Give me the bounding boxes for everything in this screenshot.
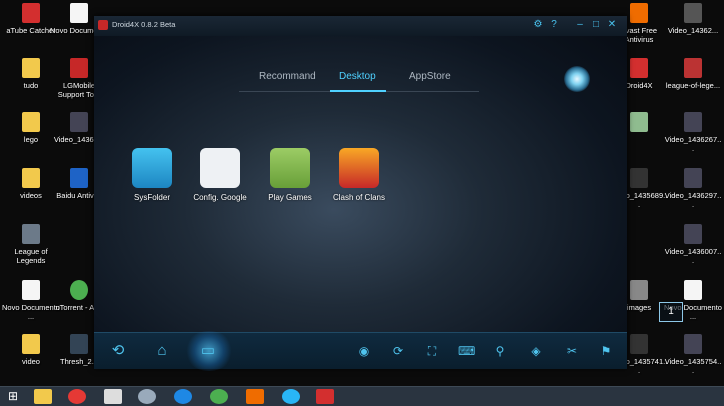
- steam-icon[interactable]: [138, 389, 156, 404]
- minimize-icon[interactable]: –: [574, 19, 586, 31]
- tab-bar: Recommand Desktop AppStore: [239, 67, 479, 92]
- fullscreen-icon[interactable]: ⛶: [424, 343, 440, 359]
- document-icon: [70, 3, 88, 23]
- assistant-orb-icon[interactable]: [564, 66, 590, 92]
- folder-icon: [630, 280, 648, 300]
- desktop-icon-league[interactable]: League of Legends: [2, 224, 60, 265]
- unity-icon[interactable]: [104, 389, 122, 404]
- video-thumbnail-icon: [70, 112, 88, 132]
- folder-icon: [132, 148, 172, 188]
- home-button[interactable]: ⌂: [152, 342, 172, 360]
- video-thumbnail-icon: [684, 3, 702, 23]
- desktop-icon-video-1436297[interactable]: Video_1436297...: [664, 168, 722, 209]
- app-icon: [630, 112, 648, 132]
- skype-icon[interactable]: [282, 389, 300, 404]
- clash-of-clans-icon: [339, 148, 379, 188]
- location-icon[interactable]: ⚲: [492, 343, 508, 359]
- video-thumbnail-icon: [684, 224, 702, 244]
- window-titlebar[interactable]: Droid4X 0.8.2 Beta ⚙ ? – □ ✕: [94, 16, 627, 36]
- camera-icon[interactable]: ◉: [356, 343, 372, 359]
- settings-icon[interactable]: ⚙: [532, 19, 544, 31]
- app-clash-of-clans[interactable]: Clash of Clans: [319, 148, 399, 202]
- lg-icon: [70, 58, 88, 78]
- desktop-icon-label: Video_1436267...: [664, 135, 722, 153]
- app-play-games[interactable]: Play Games: [250, 148, 330, 202]
- folder-icon: [22, 334, 40, 354]
- desktop-icon-label: Video_14362...: [667, 26, 719, 35]
- tab-desktop[interactable]: Desktop: [339, 71, 376, 82]
- baidu-antivirus-icon: [70, 168, 88, 188]
- video-thumbnail-icon: [684, 112, 702, 132]
- video-thumbnail-icon: [684, 168, 702, 188]
- utorrent-icon: [70, 280, 88, 300]
- droid4x-icon[interactable]: [316, 389, 334, 404]
- droid4x-icon: [630, 58, 648, 78]
- desktop-icon-video-1436267[interactable]: Video_1436267...: [664, 112, 722, 153]
- tab-appstore[interactable]: AppStore: [409, 71, 451, 82]
- folder-icon: [22, 112, 40, 132]
- chrome-icon[interactable]: [68, 389, 86, 404]
- app-label: Config. Google: [193, 193, 247, 202]
- tab-recommand[interactable]: Recommand: [259, 71, 316, 82]
- close-icon[interactable]: ✕: [606, 19, 618, 31]
- video-thumbnail-icon: [630, 334, 648, 354]
- desktop-icon-video-1436007[interactable]: Video_1436007...: [664, 224, 722, 265]
- window-title: Droid4X 0.8.2 Beta: [112, 20, 176, 29]
- desktop-icon-label: Video_1436297...: [664, 191, 722, 209]
- desktop-icon-label: league-of-lege...: [665, 81, 721, 90]
- video-thumbnail-icon: [70, 334, 88, 354]
- help-icon[interactable]: ?: [548, 19, 560, 31]
- atube-catcher-icon: [22, 3, 40, 23]
- video-thumbnail-icon: [684, 334, 702, 354]
- video-thumbnail-icon: [630, 168, 648, 188]
- image-icon: [684, 58, 702, 78]
- app-label: Play Games: [268, 193, 312, 202]
- document-icon: [684, 280, 702, 300]
- windows-taskbar: ⊞: [0, 386, 724, 406]
- windows-start-icon[interactable]: ⊞: [4, 389, 22, 404]
- desktop-icon-label: League of Legends: [14, 247, 48, 265]
- file-explorer-icon[interactable]: [34, 389, 52, 404]
- droid4x-logo-icon: [98, 20, 108, 30]
- back-button[interactable]: ⟲: [108, 342, 128, 360]
- keyboard-icon[interactable]: ⌨: [458, 343, 475, 359]
- emulator-navbar: ⟲ ⌂ ▭ ◉ ⟳ ⛶ ⌨ ⚲ ◈ ✂ ⚑: [94, 331, 627, 371]
- app-label: Clash of Clans: [332, 193, 386, 202]
- recent-apps-button[interactable]: ▭: [198, 342, 218, 360]
- screenshot-icon[interactable]: ✂: [564, 343, 580, 359]
- app-config-google[interactable]: Config. Google: [180, 148, 260, 202]
- desktop-icon-league-of-lege[interactable]: league-of-lege...: [664, 58, 722, 90]
- internet-explorer-icon[interactable]: [174, 389, 192, 404]
- desktop-icon-video-1435754[interactable]: Video_1435754...: [664, 334, 722, 375]
- play-games-icon: [270, 148, 310, 188]
- maximize-icon[interactable]: □: [590, 19, 602, 31]
- google-settings-icon: [200, 148, 240, 188]
- league-of-legends-icon: [22, 224, 40, 244]
- gps-pin-icon[interactable]: ⚑: [598, 343, 614, 359]
- shake-icon[interactable]: ◈: [528, 343, 544, 359]
- page-indicator: 1: [659, 302, 683, 322]
- rotate-icon[interactable]: ⟳: [390, 343, 406, 359]
- camtasia-icon[interactable]: [246, 389, 264, 404]
- document-icon: [22, 280, 40, 300]
- desktop-icon-label: Video_1435754...: [664, 357, 722, 375]
- folder-icon: [22, 168, 40, 188]
- utorrent-icon[interactable]: [210, 389, 228, 404]
- desktop-icon-label: Video_1436007...: [664, 247, 722, 265]
- droid4x-window: Droid4X 0.8.2 Beta ⚙ ? – □ ✕ Recommand D…: [94, 16, 683, 371]
- folder-icon: [22, 58, 40, 78]
- desktop-icon-video-14362[interactable]: Video_14362...: [664, 3, 722, 35]
- active-tab-indicator: [330, 90, 386, 92]
- avast-icon: [630, 3, 648, 23]
